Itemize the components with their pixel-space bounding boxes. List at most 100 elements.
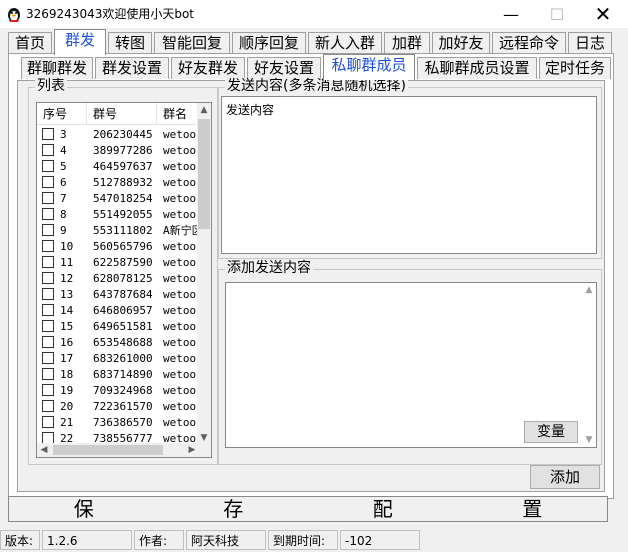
row-no-cell: 21 [37, 416, 87, 429]
save-config-button[interactable]: 保 存 配 置 [8, 496, 608, 522]
row-checkbox[interactable] [42, 400, 54, 412]
row-no-cell: 8 [37, 208, 87, 221]
add-content-input[interactable]: ▲ ▼ 变量 [225, 282, 597, 448]
tab-friend-send[interactable]: 好友群发 [171, 57, 245, 79]
row-checkbox[interactable] [42, 416, 54, 428]
minimize-button[interactable]: — [488, 0, 534, 28]
add-button[interactable]: 添加 [530, 465, 600, 489]
table-row[interactable]: 3206230445wetool仿 [37, 126, 207, 142]
header-no[interactable]: 序号 [37, 103, 87, 124]
tab-home[interactable]: 首页 [8, 32, 52, 54]
tab-join-group[interactable]: 加群 [384, 32, 430, 54]
row-checkbox[interactable] [42, 288, 54, 300]
close-button[interactable]: ✕ [580, 0, 626, 28]
row-no: 6 [60, 175, 67, 189]
table-row[interactable]: 15649651581wetool仿 [37, 318, 207, 334]
tab-private-chat-member-settings[interactable]: 私聊群成员设置 [417, 57, 537, 79]
variable-button[interactable]: 变量 [524, 421, 578, 443]
row-no-cell: 17 [37, 352, 87, 365]
row-checkbox[interactable] [42, 352, 54, 364]
row-group-id: 622587590 [93, 255, 153, 269]
table-row[interactable]: 19709324968wetool仿 [37, 382, 207, 398]
row-checkbox[interactable] [42, 208, 54, 220]
table-row[interactable]: 21736386570wetool仿 [37, 414, 207, 430]
row-no-cell: 13 [37, 288, 87, 301]
row-group-id: 512788932 [93, 175, 153, 189]
group-list[interactable]: 序号 群号 群名 3206230445wetool仿4389977286weto… [36, 102, 212, 458]
tab-scheduled-tasks[interactable]: 定时任务 [539, 57, 611, 79]
scroll-down-icon[interactable]: ▼ [582, 433, 596, 447]
list-horizontal-scroll-thumb[interactable] [53, 445, 163, 455]
add-content-title: 添加发送内容 [225, 260, 313, 276]
tab-new-member[interactable]: 新人入群 [308, 32, 382, 54]
row-checkbox[interactable] [42, 160, 54, 172]
table-row[interactable]: 17683261000wetool仿 [37, 350, 207, 366]
scroll-left-icon[interactable]: ◀ [37, 443, 51, 457]
row-no: 16 [60, 335, 74, 349]
header-group-id[interactable]: 群号 [87, 103, 157, 124]
row-checkbox[interactable] [42, 192, 54, 204]
add-content-scrollbar[interactable]: ▲ ▼ [582, 283, 596, 447]
row-checkbox[interactable] [42, 336, 54, 348]
row-checkbox[interactable] [42, 128, 54, 140]
tab-friend-settings[interactable]: 好友设置 [247, 57, 321, 79]
table-row[interactable]: 16653548688wetool仿 [37, 334, 207, 350]
list-horizontal-scrollbar[interactable]: ◀ ▶ [37, 443, 211, 457]
tab-private-chat-members[interactable]: 私聊群成员 [323, 54, 415, 80]
tab-send-settings[interactable]: 群发设置 [95, 57, 169, 79]
row-checkbox[interactable] [42, 320, 54, 332]
send-content-item[interactable]: 发送内容 [226, 101, 592, 118]
table-row[interactable]: 8551492055wetool仿 [37, 206, 207, 222]
table-row[interactable]: 13643787684wetool仿 [37, 286, 207, 302]
add-content-groupbox: 添加发送内容 ▲ ▼ 变量 [218, 260, 602, 465]
row-checkbox[interactable] [42, 224, 54, 236]
table-row[interactable]: 10560565796wetool仿 [37, 238, 207, 254]
row-checkbox[interactable] [42, 240, 54, 252]
table-row[interactable]: 12628078125wetool仿 [37, 270, 207, 286]
row-no: 5 [60, 159, 67, 173]
table-row[interactable]: 18683714890wetool仿 [37, 366, 207, 382]
table-row[interactable]: 5464597637wetool仿 [37, 158, 207, 174]
window-title: 3269243043欢迎使用小天bot [26, 7, 195, 21]
tab-mass-send[interactable]: 群发 [54, 29, 106, 55]
row-checkbox[interactable] [42, 256, 54, 268]
row-checkbox[interactable] [42, 176, 54, 188]
row-no: 3 [60, 127, 67, 141]
table-row[interactable]: 9 553111802 A新宁区 [37, 222, 207, 238]
list-header: 序号 群号 群名 [37, 103, 207, 125]
maximize-button[interactable]: ☐ [534, 0, 580, 28]
expire-label: 到期时间: [268, 530, 338, 550]
tab-sequential-reply[interactable]: 顺序回复 [232, 32, 306, 54]
tab-remote-command[interactable]: 远程命令 [492, 32, 566, 54]
table-row[interactable]: 7547018254wetool仿 [37, 190, 207, 206]
tab-group-chat-send[interactable]: 群聊群发 [21, 57, 93, 79]
scroll-up-icon[interactable]: ▲ [582, 283, 596, 297]
table-row[interactable]: 4389977286wetool仿 [37, 142, 207, 158]
row-checkbox[interactable] [42, 304, 54, 316]
row-group-id: 646806957 [93, 303, 153, 317]
tab-smart-reply[interactable]: 智能回复 [154, 32, 230, 54]
row-checkbox[interactable] [42, 368, 54, 380]
client-area: 首页 群发 转图 智能回复 顺序回复 新人入群 加群 加好友 远程命令 日志 群… [0, 28, 628, 552]
table-row[interactable]: 14646806957wetool仿 [37, 302, 207, 318]
tab-log[interactable]: 日志 [568, 32, 612, 54]
list-vertical-scroll-thumb[interactable] [198, 119, 210, 229]
row-group-id: 683714890 [93, 367, 153, 381]
row-no-cell: 18 [37, 368, 87, 381]
table-row[interactable]: 6512788932wetool仿 [37, 174, 207, 190]
list-vertical-scrollbar[interactable]: ▲ ▼ [197, 103, 211, 445]
scroll-up-icon[interactable]: ▲ [197, 103, 211, 117]
tab-convert-image[interactable]: 转图 [108, 32, 152, 54]
scroll-right-icon[interactable]: ▶ [185, 443, 199, 457]
table-row[interactable]: 20722361570wetool仿 [37, 398, 207, 414]
row-no: 18 [60, 367, 74, 381]
table-row[interactable]: 11622587590wetool仿 [37, 254, 207, 270]
send-content-list[interactable]: 发送内容 [221, 96, 597, 254]
title-bar[interactable]: 3269243043欢迎使用小天bot — ☐ ✕ [0, 0, 628, 28]
version-value: 1.2.6 [42, 530, 132, 550]
row-checkbox[interactable] [42, 272, 54, 284]
row-checkbox[interactable] [42, 144, 54, 156]
row-checkbox[interactable] [42, 384, 54, 396]
tab-add-friend[interactable]: 加好友 [432, 32, 490, 54]
row-group-id: 653548688 [93, 335, 153, 349]
